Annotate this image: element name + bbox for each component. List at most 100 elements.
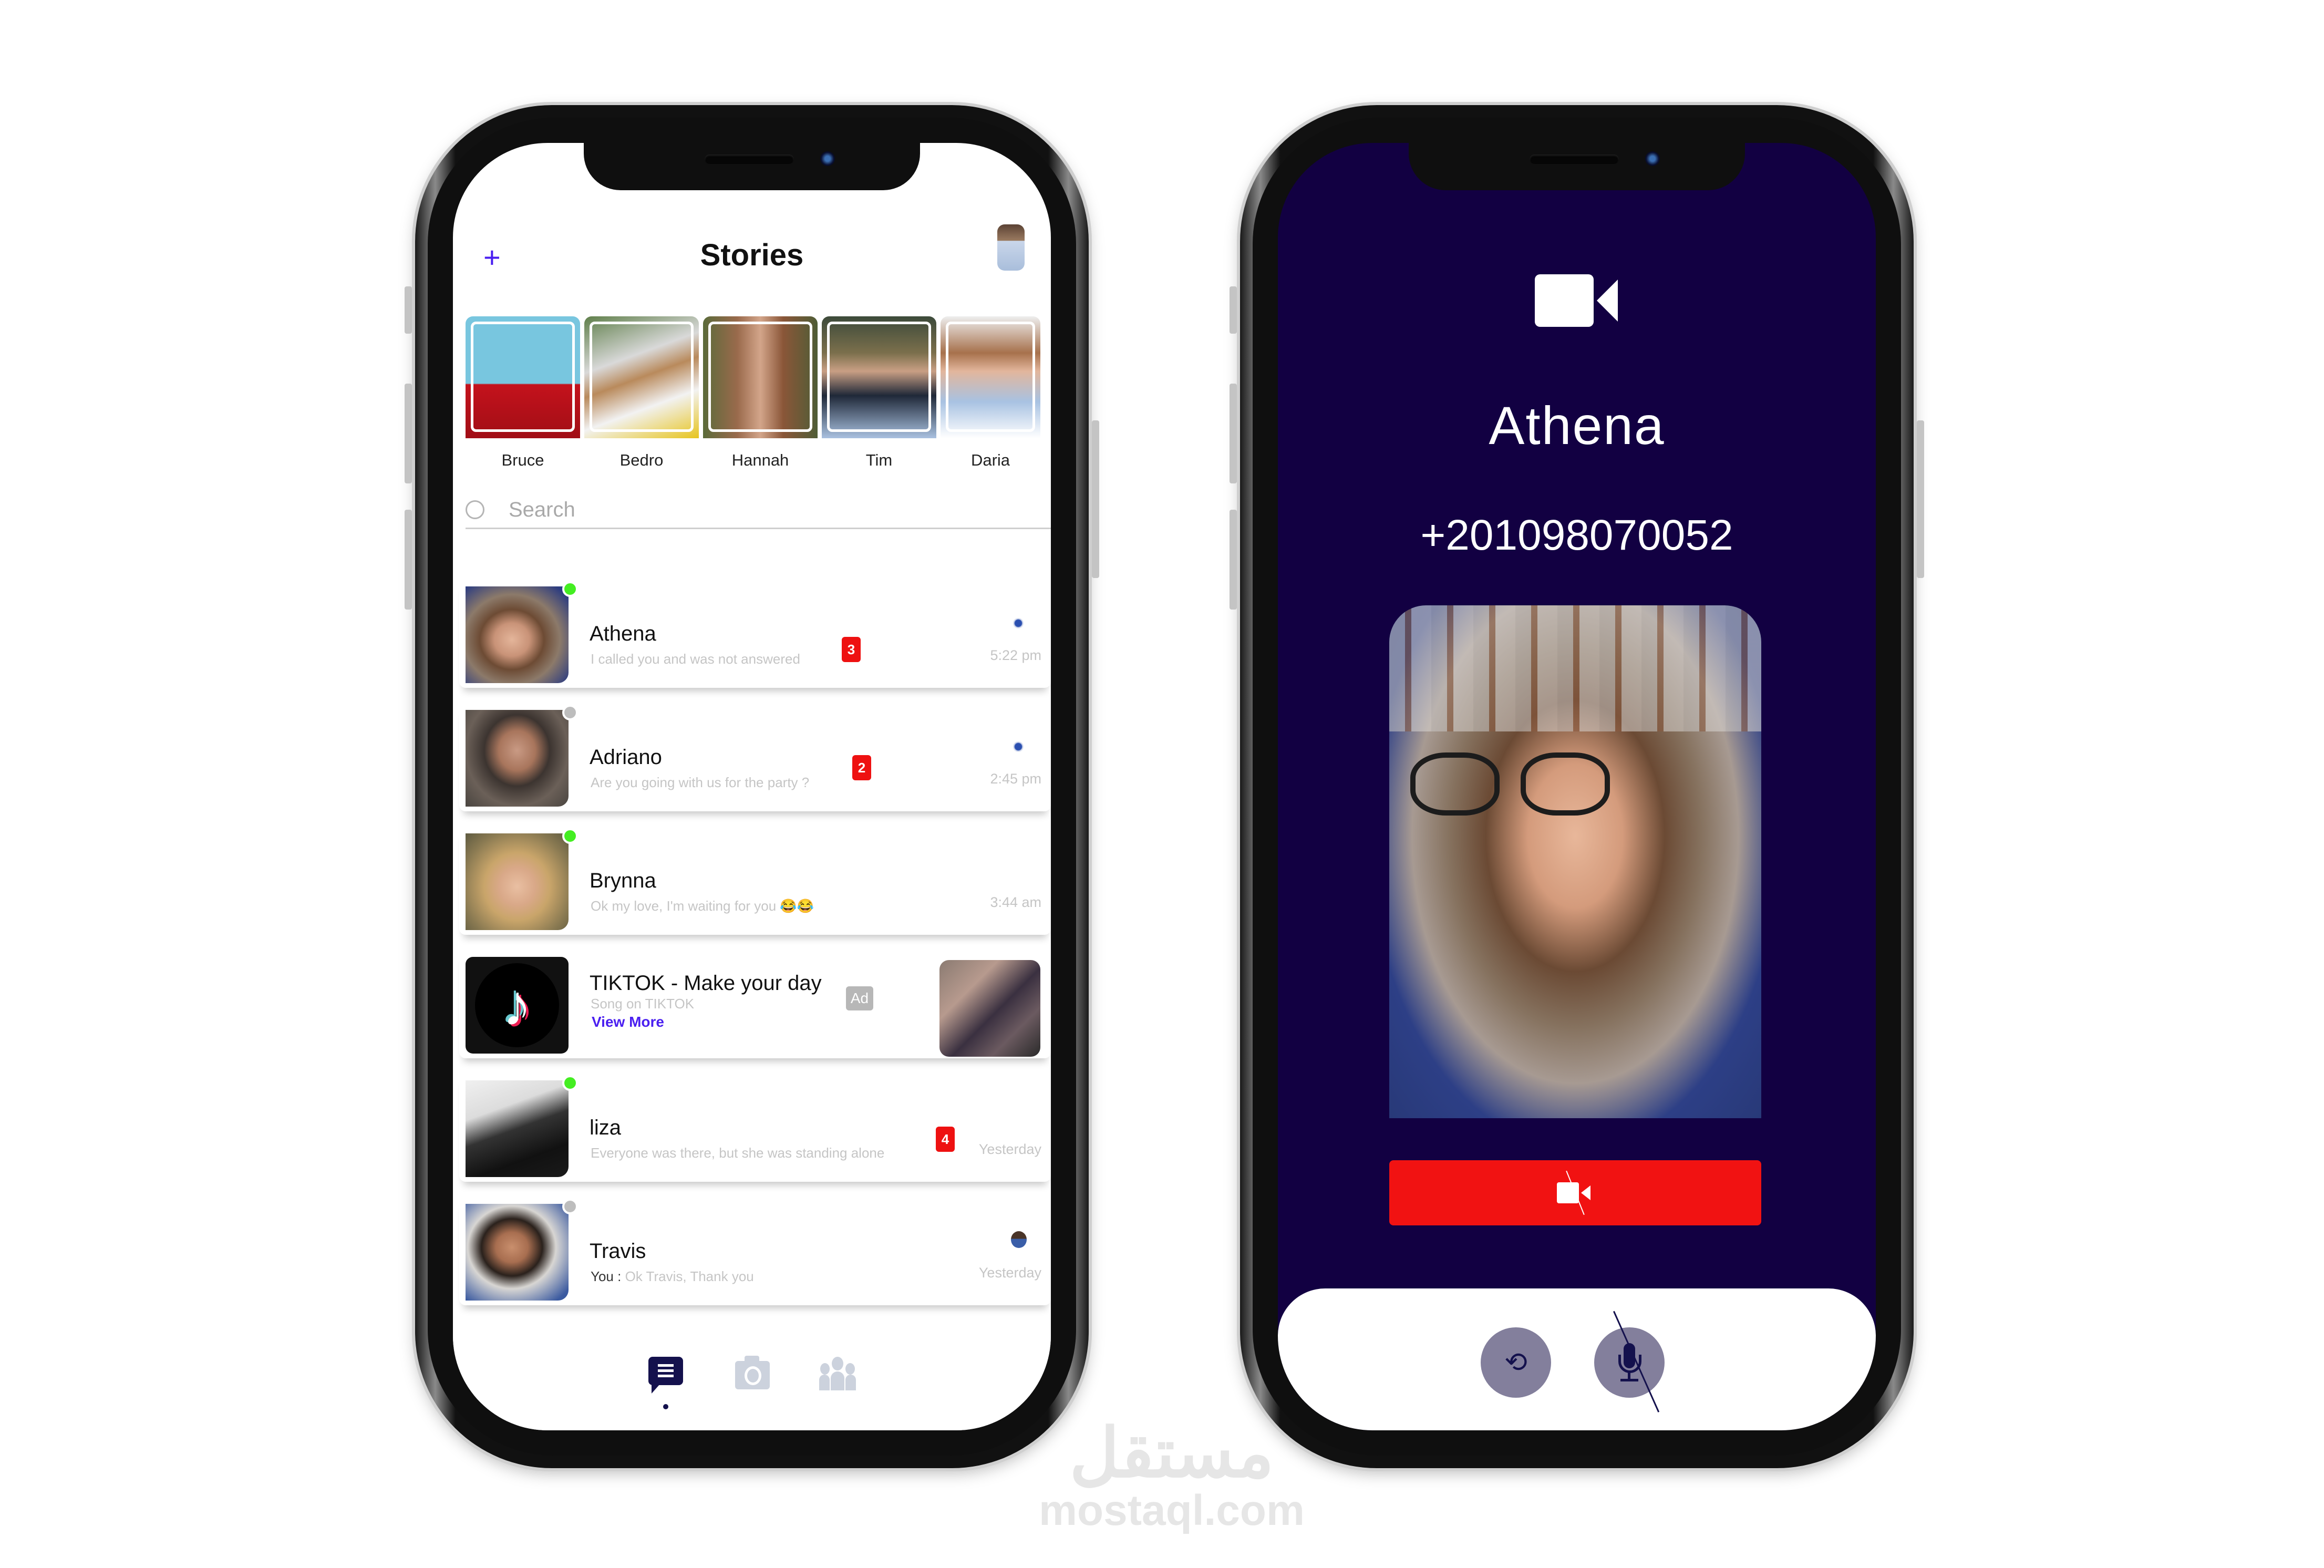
contact-name: liza [590, 1116, 622, 1139]
ad-tag: Ad [846, 986, 873, 1010]
callee-video-feed [1389, 605, 1761, 1118]
story-name: Bruce [501, 451, 544, 469]
last-message: I called you and was not answered [591, 651, 800, 667]
end-video-call-button[interactable] [1389, 1160, 1761, 1225]
page-title: Stories [700, 238, 804, 272]
message-time: Yesterday [978, 1265, 1041, 1281]
volume-up-button [405, 384, 412, 483]
message-time: 2:45 pm [990, 771, 1041, 787]
unread-badge: 3 [842, 637, 861, 662]
video-camera-icon [1535, 274, 1619, 327]
ad-image[interactable] [939, 960, 1040, 1057]
call-controls-panel: ⟲ [1278, 1288, 1876, 1430]
tab-chats[interactable] [648, 1357, 685, 1409]
watermark-arabic: مستقل [1069, 1415, 1274, 1491]
story-thumbnail [466, 316, 580, 438]
camera-flip-icon: ⟲ [1504, 1347, 1527, 1378]
online-status-dot [562, 581, 578, 597]
contact-name: Athena [590, 622, 656, 645]
bottom-tab-bar [453, 1325, 1051, 1430]
chat-list: Athena I called you and was not answered… [459, 580, 1051, 1321]
stories-row: Bruce Bedro Hannah Tim Daria [466, 316, 1040, 470]
chat-row[interactable]: liza Everyone was there, but she was sta… [459, 1074, 1051, 1182]
chat-row[interactable]: Brynna Ok my love, I'm waiting for you 😂… [459, 827, 1051, 935]
ad-title: TIKTOK - Make your day [590, 972, 822, 995]
offline-status-dot [562, 705, 578, 720]
volume-down-button [405, 510, 412, 610]
last-message: Everyone was there, but she was standing… [591, 1145, 885, 1161]
watermark: مستقل mostaql.com [1025, 1419, 1319, 1534]
sender-prefix: You : [591, 1268, 622, 1284]
last-message: Ok my love, I'm waiting for you 😂😂 [591, 898, 814, 914]
watermark-latin: mostaql.com [1039, 1487, 1305, 1534]
callee-name: Athena [1489, 396, 1665, 456]
notch [584, 143, 920, 190]
mute-button[interactable] [1594, 1311, 1665, 1412]
chat-icon [648, 1357, 683, 1394]
avatar [466, 1080, 569, 1177]
contact-name: Travis [590, 1240, 646, 1263]
avatar [466, 833, 569, 930]
camera-icon [735, 1356, 770, 1389]
last-message: Are you going with us for the party ? [591, 775, 810, 790]
avatar [466, 586, 569, 683]
story-item[interactable]: Tim [822, 316, 936, 470]
chat-list-screen: + Stories Bruce Bedro Hannah Tim Daria S… [453, 143, 1051, 1430]
message-time: 5:22 pm [990, 647, 1041, 663]
mute-switch [405, 286, 412, 334]
story-item[interactable]: Hannah [703, 316, 818, 470]
ad-subtitle: Song on TIKTOK [591, 996, 695, 1012]
video-call-screen: Athena +201098070052 ⟲ [1278, 143, 1876, 1430]
offline-status-dot [562, 1199, 578, 1214]
story-name: Hannah [731, 451, 789, 469]
flip-camera-button[interactable]: ⟲ [1481, 1327, 1551, 1398]
chat-row[interactable]: Adriano Are you going with us for the pa… [459, 704, 1051, 811]
chat-row[interactable]: Athena I called you and was not answered… [459, 580, 1051, 688]
story-thumbnail [941, 316, 1040, 438]
power-button [1092, 420, 1099, 578]
power-button [1917, 420, 1924, 578]
notch [1409, 143, 1745, 190]
story-item[interactable]: Daria [941, 316, 1040, 470]
seen-avatar [1011, 1231, 1027, 1248]
unread-badge: 4 [936, 1127, 955, 1152]
story-item[interactable]: Bruce [466, 316, 580, 470]
story-name: Bedro [619, 451, 664, 469]
contact-name: Adriano [590, 746, 662, 769]
phone-video-call: Athena +201098070052 ⟲ [1230, 105, 1924, 1468]
online-status-dot [562, 1075, 578, 1091]
tab-camera[interactable] [735, 1356, 772, 1394]
active-tab-indicator [663, 1404, 668, 1409]
ad-row[interactable]: ♪ TIKTOK - Make your day Ad Song on TIKT… [459, 951, 1051, 1058]
seen-icon [1013, 741, 1024, 752]
story-thumbnail [822, 316, 936, 438]
volume-up-button [1230, 384, 1237, 483]
message-time: Yesterday [978, 1141, 1041, 1157]
contact-name: Brynna [590, 869, 656, 892]
unread-badge: 2 [852, 755, 871, 780]
seen-icon [1013, 618, 1024, 628]
tab-groups[interactable] [819, 1357, 856, 1394]
story-name: Tim [865, 451, 893, 469]
story-thumbnail [584, 316, 699, 438]
phone-number: +201098070052 [1420, 511, 1733, 559]
chat-row[interactable]: Travis You : Ok Travis, Thank you Yester… [459, 1198, 1051, 1305]
last-message: You : Ok Travis, Thank you [591, 1268, 754, 1285]
story-name: Daria [970, 451, 1010, 469]
message-time: 3:44 am [990, 894, 1041, 910]
search-placeholder: Search [509, 498, 575, 521]
mute-switch [1230, 286, 1237, 334]
avatar [466, 710, 569, 807]
online-status-dot [562, 828, 578, 844]
view-more-link[interactable]: View More [592, 1014, 664, 1030]
search-icon [466, 500, 484, 519]
avatar [466, 1204, 569, 1301]
volume-down-button [1230, 510, 1237, 610]
story-item[interactable]: Bedro [584, 316, 699, 470]
phone-chat-list: + Stories Bruce Bedro Hannah Tim Daria S… [405, 105, 1099, 1468]
tiktok-logo: ♪ [466, 957, 569, 1054]
message-text: Ok Travis, Thank you [625, 1268, 754, 1284]
story-thumbnail [703, 316, 818, 438]
profile-avatar[interactable] [997, 224, 1025, 271]
search-input[interactable]: Search [466, 495, 1051, 529]
